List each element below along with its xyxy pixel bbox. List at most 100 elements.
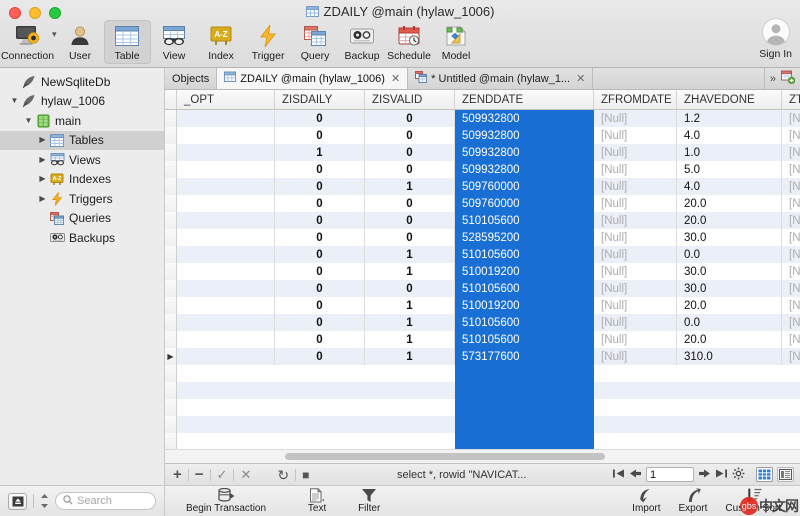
row-gutter[interactable]: [165, 110, 177, 127]
cell-zhavedone[interactable]: 30.0: [677, 229, 782, 246]
cell-zisdaily[interactable]: 0: [275, 110, 365, 127]
cell-ztod[interactable]: [Null]: [782, 144, 800, 161]
cell-ztod[interactable]: [Null]: [782, 212, 800, 229]
cancel-edit-button[interactable]: ✕: [238, 468, 253, 481]
cell-zhavedone[interactable]: 4.0: [677, 178, 782, 195]
cell-ztod[interactable]: [Null]: [782, 331, 800, 348]
table-row[interactable]: 00509932800[Null]5.0[Null]: [165, 161, 800, 178]
cell-zisvalid[interactable]: 0: [365, 229, 455, 246]
cell-zfromdate[interactable]: [Null]: [594, 144, 677, 161]
confirm-edit-button[interactable]: ✓: [215, 468, 230, 481]
cell-zisvalid[interactable]: 0: [365, 280, 455, 297]
cell-opt[interactable]: [177, 246, 275, 263]
cell-opt[interactable]: [177, 195, 275, 212]
cell-opt[interactable]: [177, 331, 275, 348]
toolbar-button-query[interactable]: Query: [292, 20, 339, 64]
cell-zfromdate[interactable]: [Null]: [594, 348, 677, 365]
cell-zisvalid[interactable]: 1: [365, 348, 455, 365]
cell-zfromdate[interactable]: [Null]: [594, 314, 677, 331]
cell-zfromdate[interactable]: [Null]: [594, 331, 677, 348]
tab-zdaily[interactable]: ZDAILY @main (hylaw_1006) ✕: [217, 68, 409, 89]
cell-zisdaily[interactable]: 0: [275, 348, 365, 365]
cell-zfromdate[interactable]: [Null]: [594, 263, 677, 280]
cell-opt[interactable]: [177, 297, 275, 314]
cell-zfromdate[interactable]: [Null]: [594, 297, 677, 314]
chevron-right-icon[interactable]: ▶: [36, 175, 49, 183]
previous-record-icon[interactable]: [629, 468, 642, 482]
sidebar-item-queries[interactable]: Queries: [0, 209, 164, 229]
cell-opt[interactable]: [177, 127, 275, 144]
cell-ztod[interactable]: [Null]: [782, 280, 800, 297]
cell-ztod[interactable]: [Null]: [782, 195, 800, 212]
table-row[interactable]: 01510105600[Null]20.0[Null]: [165, 331, 800, 348]
cell-zisdaily[interactable]: 0: [275, 195, 365, 212]
cell-zisdaily[interactable]: 0: [275, 178, 365, 195]
table-row[interactable]: 00509932800[Null]1.2[Null]: [165, 110, 800, 127]
table-row[interactable]: 01510105600[Null]0.0[Null]: [165, 246, 800, 263]
cell-zisdaily[interactable]: 0: [275, 229, 365, 246]
cell-opt[interactable]: [177, 229, 275, 246]
row-gutter[interactable]: [165, 280, 177, 297]
cell-zfromdate[interactable]: [Null]: [594, 280, 677, 297]
cell-ztod[interactable]: [Null]: [782, 127, 800, 144]
page-number-input[interactable]: 1: [646, 467, 694, 482]
search-input[interactable]: Search: [55, 492, 156, 510]
table-row[interactable]: 01510019200[Null]20.0[Null]: [165, 297, 800, 314]
cell-zisvalid[interactable]: 1: [365, 297, 455, 314]
chevron-down-icon[interactable]: ▾: [52, 29, 57, 40]
row-gutter[interactable]: [165, 263, 177, 280]
grid-view-icon[interactable]: [756, 467, 773, 482]
cell-zenddate[interactable]: 509760000: [455, 195, 594, 212]
cell-zenddate[interactable]: 509760000: [455, 178, 594, 195]
sidebar-item-views[interactable]: ▶ Views: [0, 150, 164, 170]
cell-zenddate[interactable]: 510019200: [455, 263, 594, 280]
cell-ztod[interactable]: [Null]: [782, 263, 800, 280]
cell-zisvalid[interactable]: 0: [365, 110, 455, 127]
row-gutter[interactable]: [165, 161, 177, 178]
cell-zhavedone[interactable]: 30.0: [677, 280, 782, 297]
cell-zhavedone[interactable]: 20.0: [677, 331, 782, 348]
cell-zisdaily[interactable]: 1: [275, 144, 365, 161]
cell-zhavedone[interactable]: 20.0: [677, 195, 782, 212]
gear-icon[interactable]: [732, 467, 745, 483]
cell-zisvalid[interactable]: 0: [365, 195, 455, 212]
column-header-zenddate[interactable]: ZENDDATE: [455, 90, 594, 109]
chevron-right-icon[interactable]: ▶: [36, 155, 49, 164]
cell-zisvalid[interactable]: 0: [365, 127, 455, 144]
toolbar-button-user[interactable]: User: [57, 20, 104, 64]
cell-zisvalid[interactable]: 1: [365, 314, 455, 331]
row-gutter[interactable]: [165, 229, 177, 246]
sidebar-item-indexes[interactable]: ▶ A-Z Indexes: [0, 170, 164, 190]
cell-zisdaily[interactable]: 0: [275, 297, 365, 314]
remove-record-button[interactable]: −: [193, 467, 206, 482]
table-row[interactable]: 00509760000[Null]20.0[Null]: [165, 195, 800, 212]
cell-zisdaily[interactable]: 0: [275, 246, 365, 263]
cell-zfromdate[interactable]: [Null]: [594, 246, 677, 263]
tab-objects[interactable]: Objects: [165, 68, 218, 89]
sidebar-item-main[interactable]: ▼ main: [0, 111, 164, 131]
cell-zisdaily[interactable]: 0: [275, 161, 365, 178]
new-tab-icon[interactable]: [781, 70, 796, 87]
cell-ztod[interactable]: [Null]: [782, 229, 800, 246]
cell-zisvalid[interactable]: 1: [365, 246, 455, 263]
cell-zisvalid[interactable]: 1: [365, 178, 455, 195]
cell-zenddate[interactable]: 509932800: [455, 127, 594, 144]
cell-opt[interactable]: [177, 212, 275, 229]
toolbar-button-schedule[interactable]: Schedule: [386, 20, 433, 64]
chevron-down-icon[interactable]: ▼: [22, 116, 35, 125]
cell-opt[interactable]: [177, 314, 275, 331]
cell-zisdaily[interactable]: 0: [275, 314, 365, 331]
cell-zhavedone[interactable]: 20.0: [677, 212, 782, 229]
refresh-button[interactable]: ↻: [275, 468, 291, 482]
chevron-right-icon[interactable]: ▶: [36, 194, 49, 203]
cell-zfromdate[interactable]: [Null]: [594, 161, 677, 178]
table-row[interactable]: 00528595200[Null]30.0[Null]: [165, 229, 800, 246]
cell-opt[interactable]: [177, 144, 275, 161]
cell-zhavedone[interactable]: 5.0: [677, 161, 782, 178]
table-row[interactable]: 00510105600[Null]30.0[Null]: [165, 280, 800, 297]
cell-zfromdate[interactable]: [Null]: [594, 195, 677, 212]
cell-ztod[interactable]: [Null]: [782, 161, 800, 178]
column-header-zisdaily[interactable]: ZISDAILY: [275, 90, 365, 109]
cell-zenddate[interactable]: 510105600: [455, 280, 594, 297]
cell-zisdaily[interactable]: 0: [275, 212, 365, 229]
